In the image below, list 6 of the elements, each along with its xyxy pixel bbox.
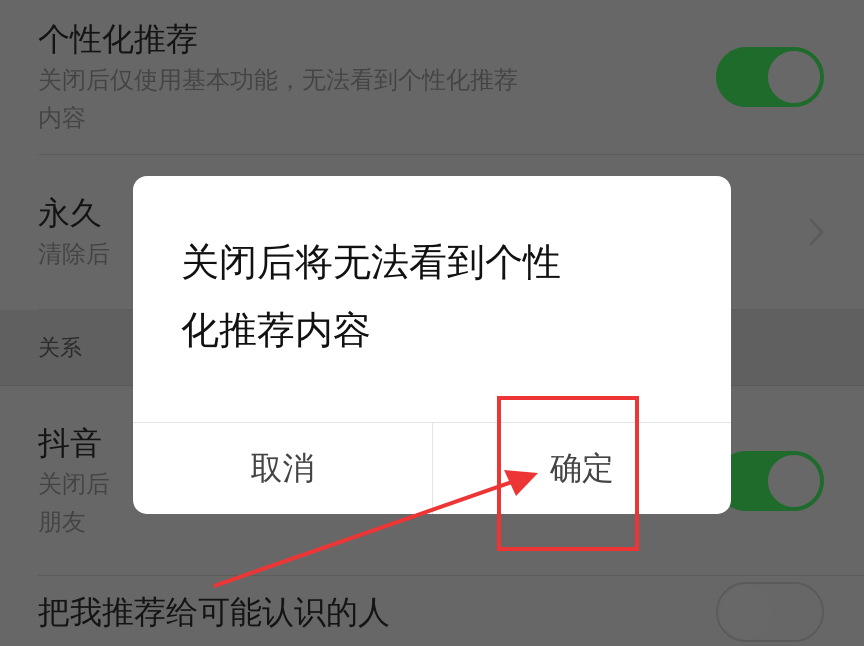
setting-title: 个性化推荐	[38, 20, 199, 58]
setting-title: 永久	[38, 194, 103, 232]
setting-title: 抖音	[38, 424, 103, 462]
setting-title: 把我推荐给可能认识的人	[38, 592, 390, 630]
dialog-message: 关闭后将无法看到个性 化推荐内容	[180, 239, 562, 354]
cancel-button[interactable]: 取消	[133, 423, 432, 514]
